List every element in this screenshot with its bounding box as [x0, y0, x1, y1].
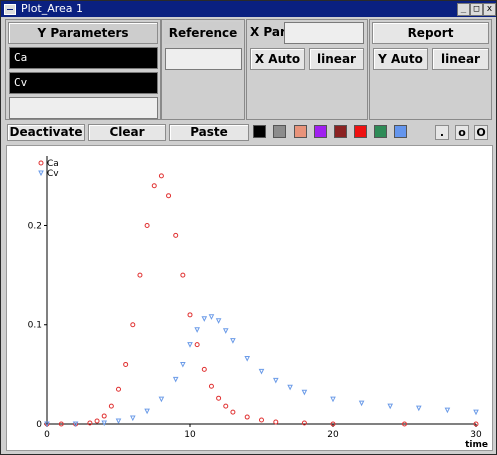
color-swatch-brown[interactable] — [334, 125, 347, 138]
reference-header: Reference — [164, 22, 242, 44]
data-point-ca — [180, 272, 186, 278]
data-point-ca — [123, 361, 129, 367]
data-point-cv — [208, 314, 215, 320]
data-point-ca — [216, 395, 222, 401]
y-tick-label: 0 — [36, 420, 42, 430]
color-swatch-purple[interactable] — [314, 125, 327, 138]
data-point-ca — [201, 366, 207, 372]
plot-area[interactable]: 0 10 20 30 0 0.1 0.2 time Ca Cv — [6, 145, 493, 451]
legend-label-cv: Cv — [47, 169, 59, 179]
data-point-ca — [259, 417, 264, 423]
data-point-ca — [230, 409, 236, 415]
data-point-cv — [194, 327, 200, 333]
data-point-cv — [387, 403, 394, 410]
data-point-ca — [273, 419, 279, 425]
data-point-cv — [144, 408, 150, 415]
reference-panel: Reference — [161, 19, 245, 120]
data-point-ca — [244, 414, 250, 420]
window-title: Plot_Area 1 — [21, 2, 84, 15]
data-point-ca — [187, 312, 193, 318]
data-point-ca — [223, 403, 229, 409]
reference-field[interactable] — [165, 48, 242, 70]
data-point-ca — [173, 232, 179, 238]
data-point-ca — [144, 222, 150, 228]
y-parameter-field-1[interactable]: Ca — [9, 47, 158, 69]
data-point-ca — [108, 403, 114, 409]
data-point-ca — [101, 413, 107, 419]
data-point-ca — [130, 322, 136, 328]
close-button[interactable]: x — [483, 3, 496, 16]
data-point-cv — [444, 407, 451, 414]
data-point-ca — [208, 383, 214, 389]
legend-label-ca: Ca — [47, 159, 59, 169]
data-point-ca — [116, 386, 121, 392]
marker-large-circle-button[interactable]: O — [474, 125, 488, 140]
y-parameter-field-2[interactable]: Cv — [9, 72, 158, 94]
title-bar[interactable]: Plot_Area 1 _ □ x — [1, 1, 496, 17]
data-point-cv — [301, 389, 308, 396]
data-point-cv — [358, 400, 365, 407]
data-point-cv — [244, 355, 251, 362]
data-point-cv — [415, 405, 422, 412]
color-swatch-red[interactable] — [354, 125, 367, 138]
x-par-panel: X Par X Auto linear — [246, 19, 368, 120]
data-point-ca — [137, 272, 143, 278]
deactivate-button[interactable]: Deactivate — [7, 124, 85, 141]
y-parameter-field-3[interactable] — [9, 97, 158, 119]
data-point-cv — [330, 396, 336, 403]
data-point-cv — [222, 328, 229, 334]
x-linear-button[interactable]: linear — [309, 48, 364, 70]
x-tick-label: 10 — [184, 430, 196, 440]
data-point-cv — [287, 384, 293, 391]
data-point-cv — [473, 409, 479, 416]
window-menu-icon[interactable] — [4, 4, 16, 15]
y-linear-button[interactable]: linear — [432, 48, 489, 70]
color-swatch-blue[interactable] — [394, 125, 407, 138]
data-point-cv — [258, 368, 265, 375]
y-tick-label: 0.1 — [28, 321, 42, 331]
data-point-cv — [201, 316, 208, 322]
data-point-ca — [166, 193, 172, 199]
color-swatch-salmon[interactable] — [294, 125, 307, 138]
data-point-cv — [187, 342, 193, 348]
data-point-ca — [158, 173, 164, 179]
minimize-button[interactable]: _ — [457, 3, 470, 16]
data-point-cv — [180, 361, 186, 368]
marker-small-circle-button[interactable]: o — [455, 125, 469, 140]
data-point-cv — [272, 377, 279, 384]
y-auto-button[interactable]: Y Auto — [373, 48, 428, 70]
y-tick-label: 0.2 — [28, 221, 42, 231]
data-point-ca — [151, 183, 157, 189]
x-axis-title: time — [465, 440, 488, 450]
data-point-cv — [215, 318, 222, 324]
report-button[interactable]: Report — [372, 22, 489, 44]
data-point-ca — [94, 418, 100, 424]
y-parameters-panel: Y Parameters Ca Cv — [5, 19, 161, 120]
legend-marker-ca — [38, 160, 44, 166]
color-swatch-black[interactable] — [253, 125, 266, 138]
data-point-ca — [194, 342, 200, 348]
data-point-cv — [158, 396, 165, 403]
x-tick-label: 30 — [470, 430, 482, 440]
x-tick-label: 20 — [327, 430, 339, 440]
paste-button[interactable]: Paste — [169, 124, 249, 141]
color-swatch-green[interactable] — [374, 125, 387, 138]
clear-button[interactable]: Clear — [88, 124, 166, 141]
legend-marker-cv — [38, 170, 44, 177]
data-point-cv — [115, 418, 122, 425]
x-auto-button[interactable]: X Auto — [250, 48, 305, 70]
plot-area-window: Plot_Area 1 _ □ x Y Parameters Ca Cv Ref… — [0, 0, 497, 455]
color-swatch-gray[interactable] — [273, 125, 286, 138]
x-par-field[interactable] — [284, 22, 364, 44]
marker-dot-button[interactable]: . — [435, 125, 449, 140]
data-point-cv — [172, 376, 179, 383]
data-point-cv — [129, 415, 136, 422]
x-tick-label: 0 — [44, 430, 50, 440]
x-par-label: X Par — [250, 25, 286, 39]
chart-canvas: 0 10 20 30 0 0.1 0.2 time CaCv — [28, 156, 488, 450]
maximize-button[interactable]: □ — [470, 3, 483, 16]
y-parameters-header[interactable]: Y Parameters — [8, 22, 158, 44]
report-panel: Report Y Auto linear — [369, 19, 492, 120]
data-point-cv — [230, 338, 236, 344]
